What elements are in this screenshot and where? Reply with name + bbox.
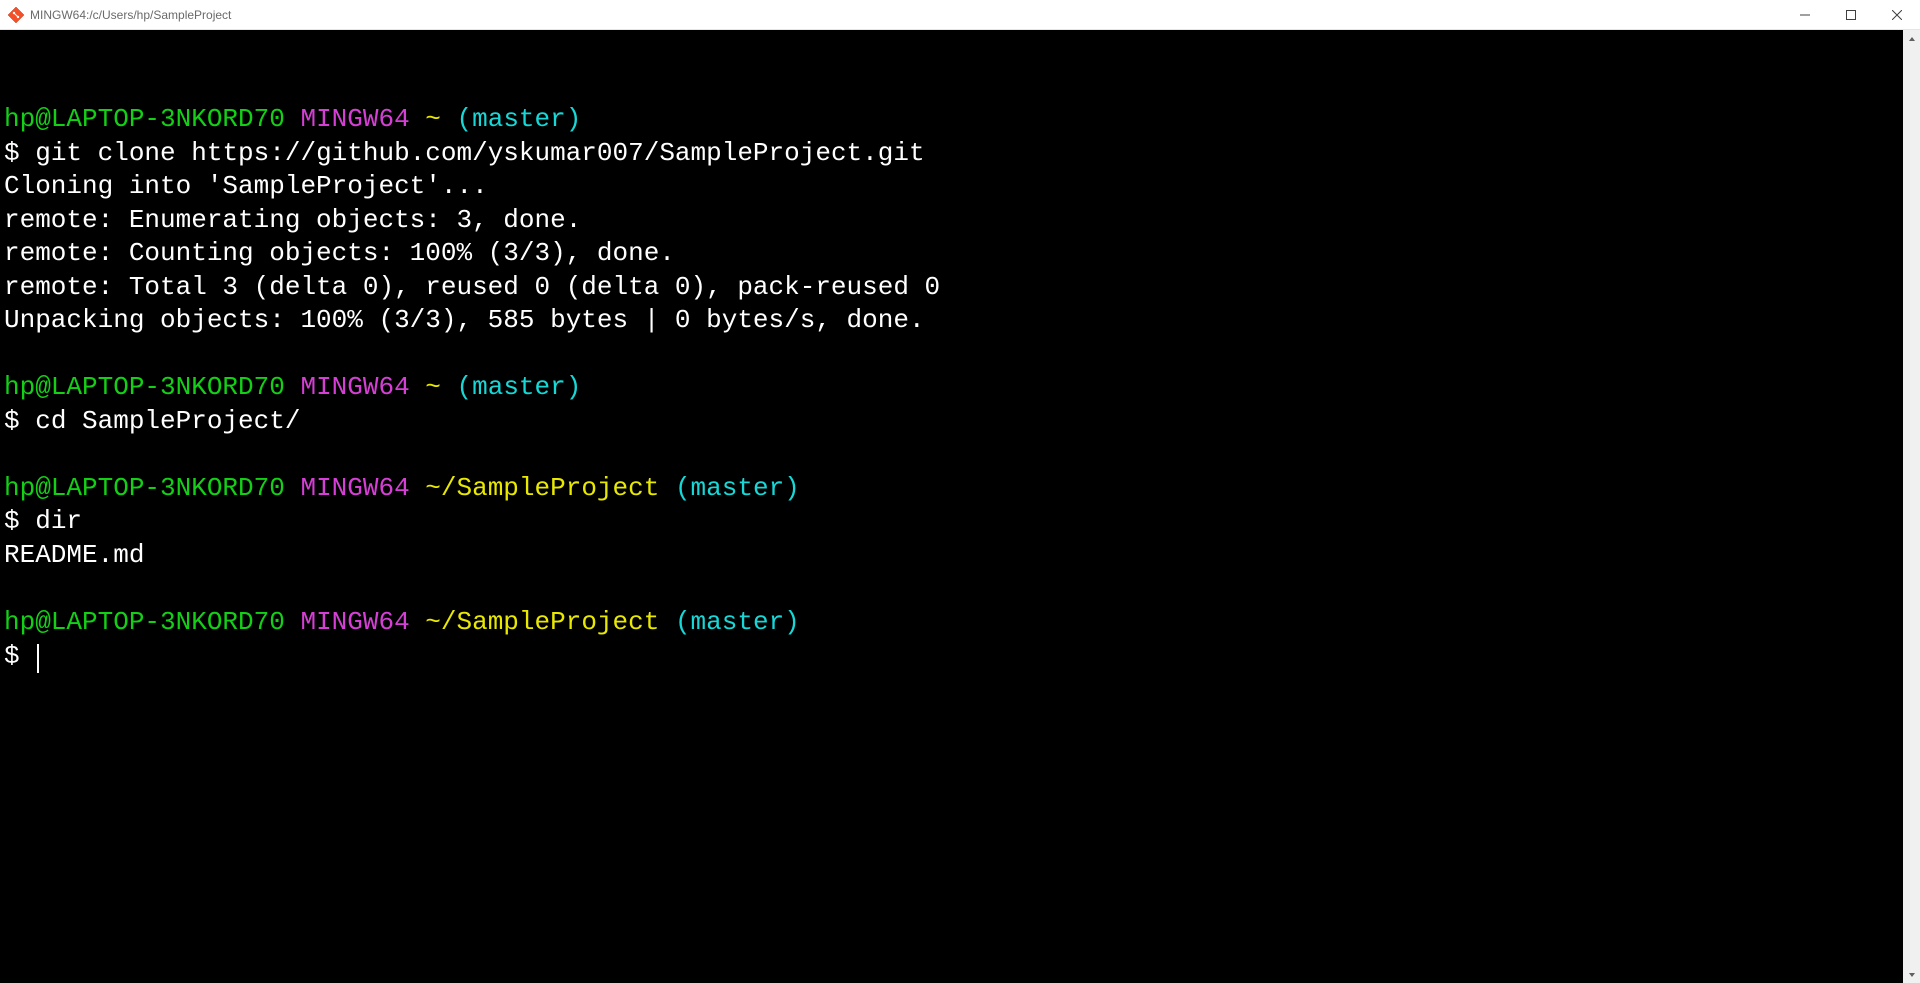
close-button[interactable] — [1874, 0, 1920, 29]
output-line: remote: Counting objects: 100% (3/3), do… — [4, 238, 675, 268]
command-text: cd SampleProject/ — [35, 406, 300, 436]
prompt-env: MINGW64 — [300, 104, 409, 134]
prompt-path: ~/SampleProject — [425, 473, 659, 503]
terminal-container: hp@LAPTOP-3NKORD70 MINGW64 ~ (master) $ … — [0, 30, 1920, 983]
command-text: dir — [35, 506, 82, 536]
window-controls — [1782, 0, 1920, 29]
prompt-path: ~/SampleProject — [425, 607, 659, 637]
prompt-env: MINGW64 — [300, 607, 409, 637]
prompt-path: ~ — [425, 104, 441, 134]
chevron-up-icon — [1909, 37, 1915, 41]
prompt-dollar: $ — [4, 138, 20, 168]
scroll-down-button[interactable] — [1903, 966, 1920, 983]
prompt-user-host: hp@LAPTOP-3NKORD70 — [4, 372, 285, 402]
prompt-user-host: hp@LAPTOP-3NKORD70 — [4, 473, 285, 503]
terminal-line: hp@LAPTOP-3NKORD70 MINGW64 ~ (master) $ … — [4, 104, 940, 671]
prompt-user-host: hp@LAPTOP-3NKORD70 — [4, 104, 285, 134]
prompt-dollar: $ — [4, 641, 20, 671]
prompt-user-host: hp@LAPTOP-3NKORD70 — [4, 607, 285, 637]
scrollbar-track[interactable] — [1903, 47, 1920, 966]
vertical-scrollbar[interactable] — [1903, 30, 1920, 983]
prompt-env: MINGW64 — [300, 473, 409, 503]
command-text: git clone https://github.com/yskumar007/… — [35, 138, 924, 168]
titlebar[interactable]: MINGW64:/c/Users/hp/SampleProject — [0, 0, 1920, 30]
prompt-branch: (master) — [457, 104, 582, 134]
prompt-dollar: $ — [4, 406, 20, 436]
output-line: remote: Enumerating objects: 3, done. — [4, 205, 581, 235]
chevron-down-icon — [1909, 973, 1915, 977]
output-line: Unpacking objects: 100% (3/3), 585 bytes… — [4, 305, 925, 335]
output-line: Cloning into 'SampleProject'... — [4, 171, 488, 201]
prompt-branch: (master) — [675, 607, 800, 637]
prompt-branch: (master) — [675, 473, 800, 503]
output-line: remote: Total 3 (delta 0), reused 0 (del… — [4, 272, 940, 302]
text-cursor — [37, 644, 39, 673]
output-line: README.md — [4, 540, 144, 570]
maximize-button[interactable] — [1828, 0, 1874, 29]
prompt-env: MINGW64 — [300, 372, 409, 402]
window-title: MINGW64:/c/Users/hp/SampleProject — [30, 8, 231, 22]
prompt-path: ~ — [425, 372, 441, 402]
prompt-dollar: $ — [4, 506, 20, 536]
minimize-button[interactable] — [1782, 0, 1828, 29]
prompt-branch: (master) — [457, 372, 582, 402]
app-window: MINGW64:/c/Users/hp/SampleProject hp@LAP… — [0, 0, 1920, 983]
terminal[interactable]: hp@LAPTOP-3NKORD70 MINGW64 ~ (master) $ … — [0, 30, 1920, 983]
scroll-up-button[interactable] — [1903, 30, 1920, 47]
git-bash-icon — [8, 7, 24, 23]
